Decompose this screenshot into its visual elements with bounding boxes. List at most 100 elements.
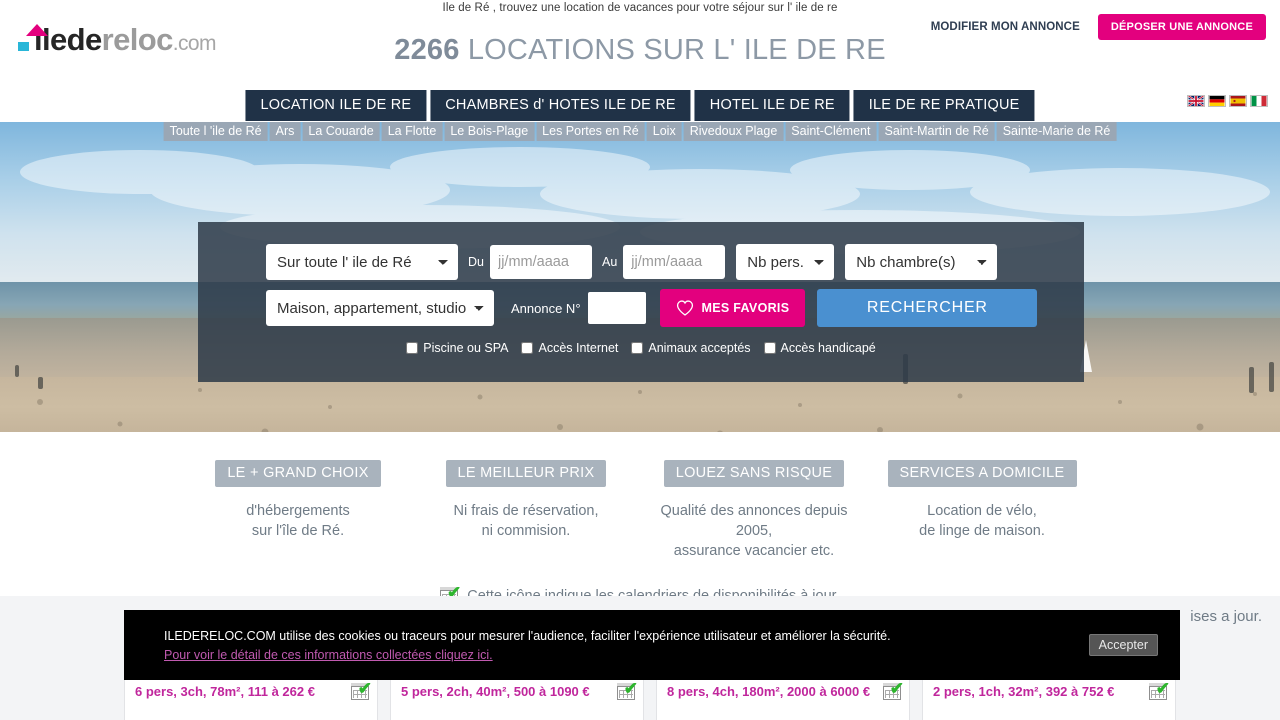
listing-card-details: 8 pers, 4ch, 180m², 2000 à 6000 € xyxy=(667,684,871,699)
feature-sans-risque-badge[interactable]: LOUEZ SANS RISQUE xyxy=(663,460,845,487)
calendar-check-icon: ✔ xyxy=(883,680,904,700)
flag-es-icon[interactable] xyxy=(1229,95,1247,107)
cookie-banner-body: ILEDERELOC.COM utilise des cookies ou tr… xyxy=(164,627,891,664)
feature-meilleur-prix-badge[interactable]: LE MEILLEUR PRIX xyxy=(445,460,607,487)
feature-sans-risque-line2: assurance vacancier etc. xyxy=(673,543,835,559)
search-button[interactable]: RECHERCHER xyxy=(817,289,1038,327)
feature-grand-choix-text: d'hébergements sur l'île de Ré. xyxy=(196,501,401,541)
subnav-item-loix[interactable]: Loix xyxy=(646,122,682,141)
listing-card-details: 2 pers, 1ch, 32m², 392 à 752 € xyxy=(933,684,1115,699)
subnav-item-le-bois-plage[interactable]: Le Bois-Plage xyxy=(444,122,535,141)
persons-select[interactable]: Nb pers. xyxy=(736,244,835,280)
listings-section-title: ises a jour. xyxy=(1190,608,1262,625)
feature-meilleur-prix: LE MEILLEUR PRIX Ni frais de réservation… xyxy=(424,460,629,561)
feature-services-domicile-text: Location de vélo, de linge de maison. xyxy=(880,501,1085,541)
main-navigation: LOCATION ILE DE RE CHAMBRES d' HOTES ILE… xyxy=(0,90,1280,122)
filter-animaux[interactable]: Animaux acceptés xyxy=(631,341,751,355)
search-panel: Sur toute l' ile de Ré Du Au Nb pers. Nb… xyxy=(198,222,1084,382)
cookie-accept-button[interactable]: Accepter xyxy=(1088,634,1158,656)
features-section: LE + GRAND CHOIX d'hébergements sur l'îl… xyxy=(0,432,1280,561)
filter-handicape-label: Accès handicapé xyxy=(780,341,876,355)
modify-listing-link[interactable]: MODIFIER MON ANNONCE xyxy=(931,21,1080,33)
listing-number-input[interactable] xyxy=(587,292,646,324)
feature-grand-choix-line1: d'hébergements xyxy=(246,503,350,519)
filter-animaux-checkbox[interactable] xyxy=(631,342,644,354)
subnav-item-ars[interactable]: Ars xyxy=(269,122,301,141)
feature-grand-choix-badge[interactable]: LE + GRAND CHOIX xyxy=(215,460,381,487)
subnav-item-sainte-marie[interactable]: Sainte-Marie de Ré xyxy=(996,122,1117,141)
date-to-input[interactable] xyxy=(623,245,726,279)
subnav-item-la-flotte[interactable]: La Flotte xyxy=(381,122,443,141)
filter-piscine[interactable]: Piscine ou SPA xyxy=(406,341,508,355)
feature-meilleur-prix-line2: ni commision. xyxy=(481,523,571,539)
feature-meilleur-prix-line1: Ni frais de réservation, xyxy=(453,503,599,519)
sub-navigation: Toute l 'ile de Ré Ars La Couarde La Flo… xyxy=(0,122,1280,141)
header-actions: MODIFIER MON ANNONCE DÉPOSER UNE ANNONCE xyxy=(931,14,1266,40)
feature-services-domicile-line2: de linge de maison. xyxy=(919,523,1045,539)
site-header: iledereloc.com 2266 LOCATIONS SUR L' ILE… xyxy=(0,0,1280,90)
sub-nav-list: Toute l 'ile de Ré Ars La Couarde La Flo… xyxy=(163,122,1117,141)
listing-card-meta: 6 pers, 3ch, 78m², 111 à 262 € ✔ xyxy=(125,680,377,700)
feature-services-domicile-badge[interactable]: SERVICES A DOMICILE xyxy=(887,460,1077,487)
locations-count: 2266 xyxy=(394,34,460,66)
language-flags xyxy=(1187,95,1268,107)
subnav-item-saint-martin[interactable]: Saint-Martin de Ré xyxy=(878,122,995,141)
heart-icon xyxy=(676,300,693,316)
main-nav-list: LOCATION ILE DE RE CHAMBRES d' HOTES ILE… xyxy=(245,90,1035,121)
nav-item-chambres[interactable]: CHAMBRES d' HOTES ILE DE RE xyxy=(430,90,691,121)
cookie-banner-text: ILEDERELOC.COM utilise des cookies ou tr… xyxy=(164,628,891,643)
feature-services-domicile: SERVICES A DOMICILE Location de vélo, de… xyxy=(880,460,1085,561)
post-listing-button[interactable]: DÉPOSER UNE ANNONCE xyxy=(1097,14,1266,40)
filter-animaux-label: Animaux acceptés xyxy=(648,341,751,355)
property-type-select[interactable]: Maison, appartement, studio xyxy=(266,290,494,326)
feature-sans-risque-text: Qualité des annonces depuis 2005, assura… xyxy=(652,501,857,561)
listing-card-details: 5 pers, 2ch, 40m², 500 à 1090 € xyxy=(401,684,590,699)
feature-services-domicile-line1: Location de vélo, xyxy=(927,503,1037,519)
flag-de-icon[interactable] xyxy=(1208,95,1226,107)
filter-piscine-checkbox[interactable] xyxy=(406,342,419,354)
subnav-item-saint-clement[interactable]: Saint-Clément xyxy=(785,122,877,141)
favorites-button[interactable]: MES FAVORIS xyxy=(659,289,806,327)
subnav-item-la-couarde[interactable]: La Couarde xyxy=(302,122,380,141)
subnav-item-les-portes[interactable]: Les Portes en Ré xyxy=(536,122,645,141)
search-row-2: Maison, appartement, studio Annonce N° M… xyxy=(198,280,1084,327)
date-to-label: Au xyxy=(601,255,618,269)
locations-count-label: LOCATIONS SUR L' ILE DE RE xyxy=(467,34,886,66)
search-filters: Piscine ou SPA Accès Internet Animaux ac… xyxy=(198,341,1084,355)
date-from-label: Du xyxy=(468,255,484,269)
filter-internet-checkbox[interactable] xyxy=(521,342,534,354)
listing-card-meta: 5 pers, 2ch, 40m², 500 à 1090 € ✔ xyxy=(391,680,643,700)
feature-sans-risque: LOUEZ SANS RISQUE Qualité des annonces d… xyxy=(652,460,857,561)
page-root: Ile de Ré , trouvez une location de vaca… xyxy=(0,0,1280,720)
date-from-input[interactable] xyxy=(489,245,592,279)
filter-piscine-label: Piscine ou SPA xyxy=(423,341,509,355)
listing-card-meta: 2 pers, 1ch, 32m², 392 à 752 € ✔ xyxy=(923,680,1175,700)
filter-internet-label: Accès Internet xyxy=(538,341,619,355)
filter-handicape[interactable]: Accès handicapé xyxy=(763,341,876,355)
nav-item-hotel[interactable]: HOTEL ILE DE RE xyxy=(694,90,850,121)
feature-grand-choix: LE + GRAND CHOIX d'hébergements sur l'îl… xyxy=(196,460,401,561)
feature-sans-risque-line1: Qualité des annonces depuis 2005, xyxy=(660,503,848,539)
subnav-item-toute-ile[interactable]: Toute l 'ile de Ré xyxy=(163,122,268,141)
flag-it-icon[interactable] xyxy=(1250,95,1268,107)
nav-item-pratique[interactable]: ILE DE RE PRATIQUE xyxy=(853,90,1035,121)
calendar-check-icon: ✔ xyxy=(617,680,638,700)
location-select[interactable]: Sur toute l' ile de Ré xyxy=(266,244,458,280)
flag-uk-icon[interactable] xyxy=(1187,95,1205,107)
listing-card-details: 6 pers, 3ch, 78m², 111 à 262 € xyxy=(135,684,315,699)
rooms-select[interactable]: Nb chambre(s) xyxy=(845,244,998,280)
filter-internet[interactable]: Accès Internet xyxy=(521,341,618,355)
hero-banner: Sur toute l' ile de Ré Du Au Nb pers. Nb… xyxy=(0,122,1280,432)
cookie-details-link[interactable]: Pour voir le détail de ces informations … xyxy=(164,648,493,662)
calendar-check-icon: ✔ xyxy=(1149,680,1170,700)
listing-card-meta: 8 pers, 4ch, 180m², 2000 à 6000 € ✔ xyxy=(657,680,909,700)
nav-item-location[interactable]: LOCATION ILE DE RE xyxy=(245,90,427,121)
calendar-check-icon: ✔ xyxy=(351,680,372,700)
filter-handicape-checkbox[interactable] xyxy=(763,342,776,354)
subnav-item-rivedoux[interactable]: Rivedoux Plage xyxy=(683,122,784,141)
feature-meilleur-prix-text: Ni frais de réservation, ni commision. xyxy=(424,501,629,541)
favorites-button-label: MES FAVORIS xyxy=(701,301,790,315)
listing-number-label: Annonce N° xyxy=(511,300,581,316)
feature-grand-choix-line2: sur l'île de Ré. xyxy=(251,523,345,539)
cookie-banner: ILEDERELOC.COM utilise des cookies ou tr… xyxy=(124,610,1180,680)
